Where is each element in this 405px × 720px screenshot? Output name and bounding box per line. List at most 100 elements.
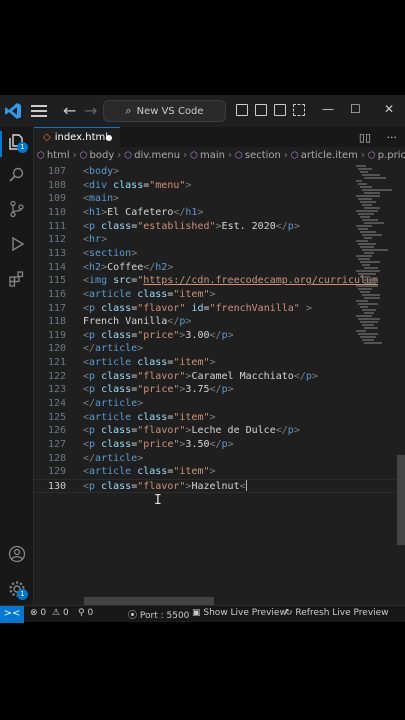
breadcrumb-item[interactable]: body [90,150,115,161]
close-button[interactable]: ✕ [384,102,394,116]
code-text: <img src="https://cdn.freecodecamp.org/c… [83,275,379,287]
breadcrumb-separator: › [283,150,288,161]
breadcrumb-item[interactable]: main [200,150,225,161]
maximize-button[interactable]: ☐ [350,102,361,116]
code-text: <h2>Coffee</h2> [83,261,174,273]
minimap-line [364,297,380,299]
line-number: 128 [47,452,66,464]
forward-arrow-icon[interactable]: → [84,101,97,120]
code-line[interactable]: 122 <p class="flavor">Caramel Macchiato</… [34,370,405,384]
code-line[interactable]: 118 French Vanilla</p> [34,315,405,329]
minimize-button[interactable]: — [322,102,334,116]
code-line[interactable]: 111 <p class="established">Est. 2020</p> [34,220,405,234]
extensions-icon[interactable] [8,270,26,288]
code-line[interactable]: 127 <p class="price">3.50</p> [34,438,405,452]
breadcrumb: ⬡ html › ⬡ body › ⬡ div.menu › ⬡ main › ⬡ section › ⬡ ar… [34,147,405,165]
breadcrumb-item[interactable]: section [245,150,281,161]
split-editor-icon[interactable]: ▯▯ [359,131,371,144]
breadcrumb-item[interactable]: p.price [378,150,405,161]
code-line[interactable]: 108 <div class="menu"> [34,179,405,193]
code-text: <p class="price">3.00</p> [83,329,234,341]
warning-count: 0 [62,608,69,618]
code-line[interactable]: 119 <p class="price">3.00</p> [34,329,405,343]
code-line[interactable]: 128 </article> [34,452,405,466]
line-number: 109 [47,193,66,205]
minimap-line [358,213,374,215]
code-line[interactable]: 117 <p class="flavor" id="frenchVanilla" … [34,302,405,316]
breadcrumb-separator: › [227,150,232,161]
minimap-line [364,207,380,209]
code-line[interactable]: 114 <h2>Coffee</h2> [34,261,405,275]
minimap-line [364,282,376,284]
live-server-port[interactable]: ⦿ Port : 5500 [128,608,189,621]
hamburger-menu-icon[interactable] [31,103,47,119]
code-line[interactable]: 126 <p class="flavor">Leche de Dulce</p> [34,424,405,438]
line-number: 111 [47,220,66,232]
toggle-primary-sidebar-icon[interactable] [236,104,248,116]
customize-layout-icon[interactable] [293,104,305,116]
toggle-panel-icon[interactable] [255,104,267,116]
accounts-icon[interactable] [8,545,26,563]
minimap-line [362,234,382,236]
minimap-line [358,258,370,260]
error-count: 0 [40,608,47,618]
code-line[interactable]: 124 </article> [34,397,405,411]
code-line[interactable]: 113 <section> [34,247,405,261]
search-icon: ⌕ [125,104,132,117]
search-icon[interactable] [8,166,26,184]
toggle-secondary-sidebar-icon[interactable] [274,104,286,116]
minimap-line [358,168,372,170]
remote-indicator-icon[interactable]: >< [0,606,24,623]
minimap-line [364,222,384,224]
code-line[interactable]: 125 <article class="item"> [34,411,405,425]
breadcrumb-item[interactable]: article.item [301,150,358,161]
unsaved-dot-icon[interactable] [106,135,112,141]
vertical-scrollbar[interactable] [396,165,405,605]
run-debug-icon[interactable] [8,235,26,253]
code-line[interactable]: 130 <p class="flavor">Hazelnut< [34,478,405,493]
code-line[interactable]: 107 <body> [34,165,405,179]
ports-status[interactable]: ⚲ 0 [78,608,93,618]
breadcrumb-separator: › [117,150,122,161]
show-live-preview[interactable]: ▣ Show Live Preview [192,608,287,618]
tab-label: index.html [54,132,109,143]
code-line[interactable]: 109 <main> [34,192,405,206]
code-line[interactable]: 115 <img src="https://cdn.freecodecamp.or… [34,274,405,288]
ports-count: 0 [87,608,94,618]
vertical-scroll-thumb[interactable] [397,455,405,545]
code-line[interactable]: 116 <article class="item"> [34,288,405,302]
line-number: 129 [47,466,66,478]
line-number: 125 [47,411,66,423]
line-number: 122 [47,370,66,382]
minimap-line [360,186,372,188]
code-text: </article> [83,452,144,464]
tab-index-html[interactable]: ◇ index.html [34,127,120,147]
back-arrow-icon[interactable]: ← [63,101,76,120]
minimap[interactable] [356,165,396,355]
code-line[interactable]: 110 <h1>El Cafetero</h1> [34,206,405,220]
line-number: 124 [47,398,66,410]
code-text: <p class="price">3.75</p> [83,384,234,396]
horizontal-scrollbar[interactable] [84,597,214,605]
code-line[interactable]: 129 <article class="item"> [34,465,405,479]
minimap-line [358,183,367,185]
problems-status[interactable]: ⊗ 0 ⚠ 0 [30,608,69,618]
code-line[interactable]: 123 <p class="price">3.75</p> [34,383,405,397]
breadcrumb-item[interactable]: html [47,150,70,161]
code-line[interactable]: 112 <hr> [34,233,405,247]
minimap-line [360,216,370,218]
code-text: <article class="item"> [83,357,216,369]
command-center-search[interactable]: ⌕ New VS Code [103,100,226,122]
code-line[interactable]: 120 </article> [34,342,405,356]
minimap-line [356,180,362,182]
code-line[interactable]: 121 <article class="item"> [34,356,405,370]
source-control-icon[interactable] [8,200,26,218]
code-editor[interactable]: 107 <body> 108 <div class="menu"> 109 <main> 1… [34,165,405,605]
more-actions-icon[interactable]: ··· [387,131,398,144]
minimap-line [360,336,376,338]
breadcrumb-item[interactable]: div.menu [134,150,180,161]
vscode-logo-icon[interactable] [4,102,22,120]
line-number: 117 [47,302,66,314]
refresh-live-preview[interactable]: ↻ Refresh Live Preview [285,608,389,618]
warning-icon: ⚠ [52,608,61,618]
